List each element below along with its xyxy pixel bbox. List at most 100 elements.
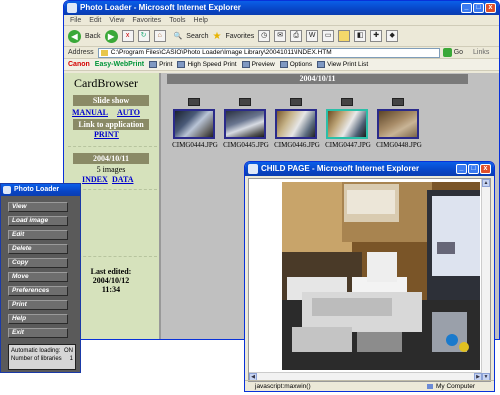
thumbnail-image[interactable] — [275, 109, 317, 139]
thumbnail-filename: CIMG0445.JPG — [223, 141, 269, 149]
main-title-bar[interactable]: Photo Loader - Microsoft Internet Explor… — [64, 1, 499, 15]
view-button[interactable]: View — [8, 202, 68, 212]
child-window-title: CHILD PAGE - Microsoft Internet Explorer — [261, 164, 420, 173]
back-arrow-icon[interactable]: ◀ — [68, 29, 81, 43]
address-input[interactable]: C:\Program Files\CASIO\Photo Loader\Imag… — [97, 47, 440, 58]
close-button[interactable]: x — [485, 3, 496, 13]
computer-icon — [427, 384, 433, 389]
ie-icon — [248, 164, 258, 174]
close-button[interactable]: x — [480, 164, 491, 174]
last-edited-date: 2004/10/12 — [92, 276, 130, 285]
menu-edit[interactable]: Edit — [89, 15, 101, 25]
maximize-button[interactable]: □ — [473, 3, 484, 13]
camera-icon — [392, 98, 404, 106]
auto-link[interactable]: AUTO — [117, 108, 140, 117]
discuss-icon[interactable]: ▭ — [322, 30, 335, 42]
home-icon[interactable]: ⌂ — [153, 30, 166, 42]
edit-button[interactable]: Edit — [8, 230, 68, 240]
go-arrow-icon[interactable] — [442, 48, 452, 57]
canon-logo: Canon — [68, 61, 90, 68]
research-icon[interactable]: ✚ — [370, 30, 383, 42]
print-icon[interactable]: ⎙ — [290, 30, 303, 42]
thumbnail-image[interactable] — [377, 109, 419, 139]
preferences-button[interactable]: Preferences — [8, 286, 68, 296]
thumbnail[interactable]: CIMG0445.JPG — [221, 94, 269, 149]
move-button[interactable]: Move — [8, 272, 68, 282]
manual-link[interactable]: MANUAL — [72, 108, 108, 117]
favorites-star-icon[interactable]: ★ — [212, 31, 221, 42]
thumbnail[interactable]: CIMG0448.JPG — [374, 94, 422, 149]
view-print-list-button[interactable]: View Print List — [317, 61, 368, 68]
print-link[interactable]: PRINT — [94, 130, 119, 139]
menu-bar: File Edit View Favorites Tools Help — [64, 15, 499, 26]
last-edited-label: Last edited: — [90, 267, 132, 276]
thumbnail[interactable]: CIMG0446.JPG — [272, 94, 320, 149]
status-text: javascript:maxwin() — [255, 383, 311, 390]
scroll-up-icon[interactable]: ▲ — [482, 179, 490, 187]
menu-help[interactable]: Help — [194, 15, 208, 25]
camera-icon — [290, 98, 302, 106]
thumbnail-image[interactable] — [326, 109, 368, 139]
index-link[interactable]: INDEX — [82, 175, 108, 184]
standard-toolbar: ◀ Back ▶ x ↻ ⌂ 🔍 Search ★ Favorites ◷ ✉ … — [64, 26, 499, 47]
child-title-bar[interactable]: CHILD PAGE - Microsoft Internet Explorer… — [245, 162, 494, 176]
divider — [68, 189, 157, 190]
thumbnail-selected[interactable]: CIMG0447.JPG — [323, 94, 371, 149]
copy-button[interactable]: Copy — [8, 258, 68, 268]
status-panel: Automatic loading: ON Number of libraries… — [8, 344, 76, 370]
thumbnail-filename: CIMG0448.JPG — [376, 141, 422, 149]
refresh-icon[interactable]: ↻ — [137, 30, 150, 42]
thumbnail-image[interactable] — [173, 109, 215, 139]
options-icon — [279, 61, 288, 68]
mail-icon[interactable]: ✉ — [274, 30, 287, 42]
load-image-button[interactable]: Load image — [8, 216, 68, 226]
print-button[interactable]: Print — [8, 300, 68, 310]
high-speed-print-button[interactable]: High Speed Print — [177, 61, 237, 68]
favorites-button-label[interactable]: Favorites — [225, 33, 254, 40]
stop-icon[interactable]: x — [121, 30, 134, 42]
status-bar: javascript:maxwin() My Computer — [245, 380, 494, 391]
thumbnail-image[interactable] — [224, 109, 266, 139]
menu-tools[interactable]: Tools — [169, 15, 185, 25]
preview-button[interactable]: Preview — [241, 61, 275, 68]
thumbnail-filename: CIMG0446.JPG — [274, 141, 320, 149]
security-zone: My Computer — [436, 383, 476, 390]
vertical-scrollbar[interactable]: ▲ ▼ — [481, 179, 490, 381]
edit-icon[interactable]: W — [306, 30, 319, 42]
search-icon[interactable]: 🔍 — [174, 32, 183, 40]
history-icon[interactable]: ◷ — [258, 30, 271, 42]
slide-show-heading: Slide show — [73, 95, 149, 106]
messenger-icon[interactable]: ◧ — [354, 30, 367, 42]
menu-favorites[interactable]: Favorites — [132, 15, 161, 25]
photo-loader-window: Photo Loader View Load image Edit Delete… — [0, 183, 81, 373]
menu-view[interactable]: View — [109, 15, 124, 25]
child-page-window: CHILD PAGE - Microsoft Internet Explorer… — [244, 161, 495, 392]
photo-loader-title-bar[interactable]: Photo Loader — [1, 184, 80, 196]
search-button-label[interactable]: Search — [186, 33, 208, 40]
list-icon — [317, 61, 326, 68]
extra-icon[interactable]: ◆ — [386, 30, 399, 42]
options-button[interactable]: Options — [279, 61, 312, 68]
go-button[interactable]: Go — [454, 49, 463, 56]
delete-button[interactable]: Delete — [8, 244, 68, 254]
auto-loading-value: ON — [64, 348, 73, 354]
photo-loader-title: Photo Loader — [14, 186, 60, 193]
preview-icon — [241, 61, 250, 68]
help-button[interactable]: Help — [8, 314, 68, 324]
minimize-button[interactable]: _ — [456, 164, 467, 174]
forward-arrow-icon[interactable]: ▶ — [104, 29, 118, 43]
thumbnail[interactable]: CIMG0444.JPG — [170, 94, 218, 149]
minimize-button[interactable]: _ — [461, 3, 472, 13]
folder-icon[interactable] — [338, 30, 351, 42]
maximize-button[interactable]: □ — [468, 164, 479, 174]
menu-file[interactable]: File — [70, 15, 81, 25]
links-label[interactable]: Links — [473, 49, 489, 56]
preview-label: Preview — [251, 61, 275, 68]
back-button-label[interactable]: Back — [85, 33, 101, 40]
print-button[interactable]: Print — [149, 61, 172, 68]
auto-loading-label: Automatic loading: — [11, 348, 61, 354]
child-page-content: ▲ ▼ ◀ ▶ — [248, 178, 491, 382]
easy-webprint-menu[interactable]: Easy-WebPrint — [95, 61, 144, 68]
data-link[interactable]: DATA — [112, 175, 133, 184]
exit-button[interactable]: Exit — [8, 328, 68, 338]
